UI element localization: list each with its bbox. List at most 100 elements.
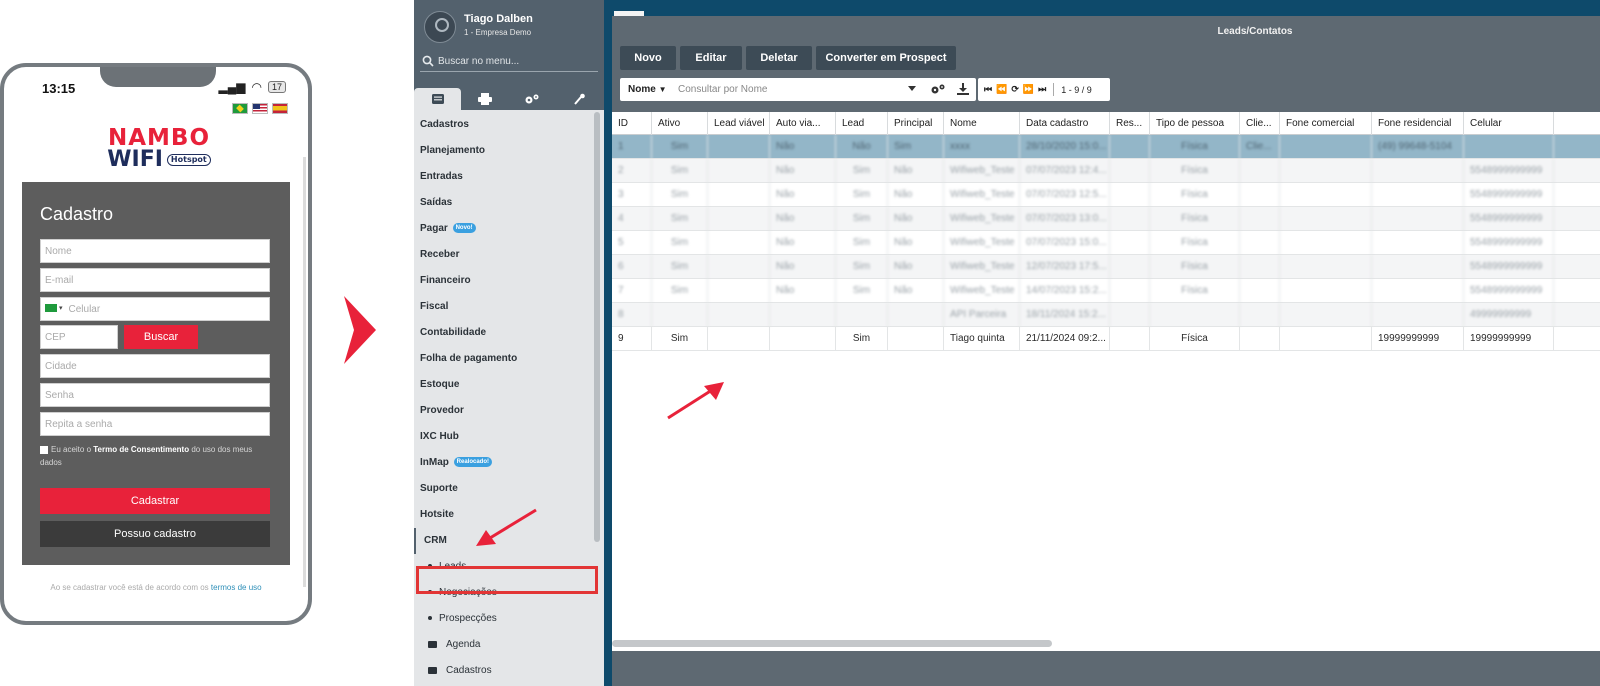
table-row[interactable]: 8 API Parceira 18/11/2024 15:2... 499999999…	[612, 303, 1600, 327]
avatar[interactable]	[424, 11, 456, 43]
cadastrar-button[interactable]: Cadastrar	[40, 488, 270, 514]
column-header[interactable]: Clie...	[1240, 112, 1280, 135]
consent-pre: Eu aceito o	[51, 445, 94, 454]
table-cell: Wifiweb_Teste	[944, 207, 1020, 231]
terms-link[interactable]: termos de uso	[211, 583, 262, 592]
table-row[interactable]: 5 Sim Não Sim Não Wifiweb_Teste 07/07/2023 15:…	[612, 231, 1600, 255]
column-header[interactable]: Principal	[888, 112, 944, 135]
table-cell: Não	[888, 159, 944, 183]
table-cell: 8	[612, 303, 652, 327]
sidebar-item-receber[interactable]: Receber	[414, 242, 604, 268]
column-header[interactable]: Celular	[1464, 112, 1554, 135]
table-row[interactable]: 4 Sim Não Sim Não Wifiweb_Teste 07/07/2023 13:…	[612, 207, 1600, 231]
table-row[interactable]: 7 Sim Não Sim Não Wifiweb_Teste 14/07/2023 15:…	[612, 279, 1600, 303]
search-field-select[interactable]: Nome ▼	[628, 78, 667, 101]
buscar-button[interactable]: Buscar	[124, 325, 198, 349]
column-header[interactable]: Lead	[836, 112, 888, 135]
usa-flag-icon[interactable]	[252, 103, 268, 114]
column-header[interactable]: Nome	[944, 112, 1020, 135]
phone-input[interactable]: ▾ Celular	[40, 297, 270, 321]
password-input[interactable]: Senha	[40, 383, 270, 407]
table-cell: 19999999999	[1464, 327, 1554, 351]
sidebar-item-estoque[interactable]: Estoque	[414, 372, 604, 398]
sidebar-item-planejamento[interactable]: Planejamento	[414, 138, 604, 164]
column-header[interactable]: ID	[612, 112, 652, 135]
menu-search-input[interactable]: Buscar no menu...	[420, 54, 598, 72]
column-header[interactable]: Tipo de pessoa	[1150, 112, 1240, 135]
table-row[interactable]: 3 Sim Não Sim Não Wifiweb_Teste 07/07/2023 12:…	[612, 183, 1600, 207]
sidebar-item-suporte[interactable]: Suporte	[414, 476, 604, 502]
table-cell	[1110, 183, 1150, 207]
country-code-select[interactable]: ▾	[45, 304, 63, 312]
cep-input[interactable]: CEP	[40, 325, 118, 349]
next-page-icon[interactable]: ⏩	[1023, 84, 1034, 95]
table-row[interactable]: 9 Sim Sim Tiago quinta 21/11/2024 09:2... Fís…	[612, 327, 1600, 351]
column-header[interactable]: Fone residencial	[1372, 112, 1464, 135]
column-header[interactable]: Auto via...	[770, 112, 836, 135]
sidebar-item-folha[interactable]: Folha de pagamento	[414, 346, 604, 372]
table-cell: 7	[612, 279, 652, 303]
horizontal-scrollbar[interactable]	[612, 640, 1052, 647]
consent-checkbox[interactable]	[40, 445, 48, 454]
sidebar-item-ixc-hub[interactable]: IXC Hub	[414, 424, 604, 450]
tab-menu[interactable]	[414, 88, 461, 110]
sidebar-item-contabilidade[interactable]: Contabilidade	[414, 320, 604, 346]
editar-button[interactable]: Editar	[680, 46, 742, 70]
sidebar-item-inmap[interactable]: InMap Realocado!	[414, 450, 604, 476]
sidebar-item-pagar[interactable]: Pagar Novo!	[414, 216, 604, 242]
converter-prospect-button[interactable]: Converter em Prospect	[816, 46, 956, 70]
folder-label: Agenda	[446, 639, 481, 650]
sidebar-scrollbar[interactable]	[594, 112, 600, 542]
sidebar-folder-agenda[interactable]: Agenda	[414, 632, 604, 658]
sidebar-item-saidas[interactable]: Saídas	[414, 190, 604, 216]
sidebar-item-entradas[interactable]: Entradas	[414, 164, 604, 190]
first-page-icon[interactable]: ⏮	[984, 84, 992, 95]
table-cell: 5548999999999	[1464, 159, 1554, 183]
language-flags	[232, 103, 288, 114]
deletar-button[interactable]: Deletar	[746, 46, 812, 70]
sidebar-folder-cadastros[interactable]: Cadastros	[414, 658, 604, 684]
spain-flag-icon[interactable]	[272, 103, 288, 114]
column-header[interactable]: Ativo	[652, 112, 708, 135]
sidebar-item-provedor[interactable]: Provedor	[414, 398, 604, 424]
table-row[interactable]: 2 Sim Não Sim Não Wifiweb_Teste 07/07/2023 12:…	[612, 159, 1600, 183]
refresh-icon[interactable]: ⟳	[1011, 84, 1019, 95]
chevron-down-icon[interactable]	[908, 86, 916, 91]
city-input[interactable]: Cidade	[40, 354, 270, 378]
column-header[interactable]: Data cadastro	[1020, 112, 1110, 135]
name-input[interactable]: Nome	[40, 239, 270, 263]
sidebar-menu: Cadastros Planejamento Entradas Saídas P…	[414, 112, 604, 684]
previous-page-icon[interactable]: ⏪	[996, 84, 1007, 95]
table-cell: Não	[888, 183, 944, 207]
leads-highlight-box	[416, 566, 598, 594]
email-input[interactable]: E-mail	[40, 268, 270, 292]
sidebar-item-cadastros[interactable]: Cadastros	[414, 112, 604, 138]
possuo-cadastro-button[interactable]: Possuo cadastro	[40, 521, 270, 547]
table-cell: (49) 99648-5104	[1372, 135, 1464, 159]
sidebar-header: Tiago Dalben 1 - Empresa Demo Buscar no …	[414, 0, 604, 110]
sidebar-item-financeiro[interactable]: Financeiro	[414, 268, 604, 294]
novo-button[interactable]: Novo	[620, 46, 676, 70]
tab-print[interactable]	[461, 88, 508, 110]
search-input[interactable]: Consultar por Nome	[678, 78, 767, 101]
sidebar-item-fiscal[interactable]: Fiscal	[414, 294, 604, 320]
column-header[interactable]: Lead viável	[708, 112, 770, 135]
tab-settings[interactable]	[508, 88, 555, 110]
confirm-password-input[interactable]: Repita a senha	[40, 412, 270, 436]
search-bar: Nome ▼ Consultar por Nome	[620, 78, 976, 101]
brazil-flag-icon[interactable]	[232, 103, 248, 114]
consent-link[interactable]: Termo de Consentimento	[93, 445, 189, 454]
table-row[interactable]: 6 Sim Não Sim Não Wifiweb_Teste 12/07/2023 17:…	[612, 255, 1600, 279]
table-cell	[1280, 255, 1372, 279]
last-page-icon[interactable]: ⏭	[1038, 84, 1046, 95]
tab-tools[interactable]	[555, 88, 602, 110]
column-header[interactable]: Res...	[1110, 112, 1150, 135]
phone-scrollbar[interactable]	[303, 157, 306, 587]
table-cell: 2	[612, 159, 652, 183]
table-cell: Física	[1150, 207, 1240, 231]
download-icon[interactable]	[956, 82, 970, 96]
sidebar-subitem-prospeccoes[interactable]: Prospecções	[414, 606, 604, 632]
column-header[interactable]: Fone comercial	[1280, 112, 1372, 135]
gears-icon[interactable]	[930, 82, 946, 96]
table-row[interactable]: 1 Sim Não Não Sim xxxx 28/10/2020 15:0... Físic…	[612, 135, 1600, 159]
